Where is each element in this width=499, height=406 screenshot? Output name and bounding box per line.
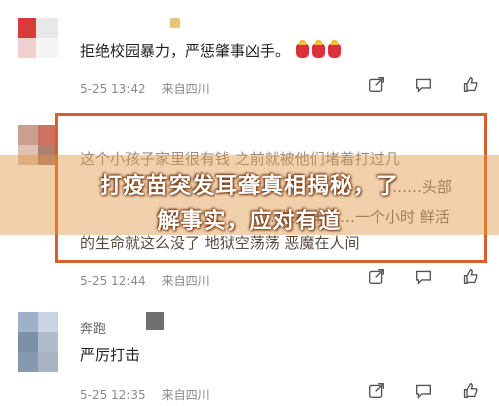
candle-icon [328,40,342,58]
like-icon[interactable] [462,268,479,285]
share-icon[interactable] [368,382,385,399]
comment-actions [368,382,479,399]
verified-badge-icon [170,18,180,28]
comment-date: 5-25 13:42 [80,82,146,96]
share-icon[interactable] [368,268,385,285]
comment-text: 拒绝校园暴力，严惩肇事凶手。 [80,40,344,61]
comment-meta: 5-25 12:44 来自四川 [80,272,226,289]
avatar-pixel [18,352,38,372]
comment-item: 奔跑 严厉打击 5-25 12:35 来自四川 [0,300,499,406]
comment-icon[interactable] [415,76,432,93]
avatar[interactable] [18,18,58,58]
headline-line: 解事实，应对有道 [157,209,342,234]
comment-item: 拒绝校园暴力，严惩肇事凶手。 5-25 13:42 来自四川 [0,0,499,110]
comment-source: 来自四川 [161,388,210,402]
avatar-pixel [18,38,36,58]
headline-line: 打疫苗突发耳聋真相揭秘，了 [99,174,399,199]
comment-date: 5-25 12:35 [80,388,146,402]
emoji-group [296,40,344,60]
avatar-pixel [18,18,36,38]
comment-meta: 5-25 13:42 来自四川 [80,80,226,97]
avatar-pixel [18,312,38,332]
comment-actions [368,76,479,93]
comment-meta: 5-25 12:35 来自四川 [80,386,226,403]
avatar[interactable] [18,312,58,372]
like-icon[interactable] [462,382,479,399]
avatar-pixel [36,38,58,58]
comment-username[interactable]: 奔跑 [80,318,106,337]
candle-icon [296,40,310,58]
comment-text: 严厉打击 [80,346,141,364]
avatar-pixel [18,332,38,352]
comment-source: 来自四川 [161,274,210,288]
avatar-pixel [36,18,58,38]
comment-text-content: 拒绝校园暴力，严惩肇事凶手。 [80,42,291,60]
comment-icon[interactable] [415,382,432,399]
user-badge-icon [146,312,164,330]
share-icon[interactable] [368,76,385,93]
comment-date: 5-25 12:44 [80,274,146,288]
avatar-pixel [18,125,38,145]
comment-actions [368,268,479,285]
candle-icon [312,40,326,58]
avatar-pixel [38,312,58,332]
avatar-pixel [38,352,58,372]
comment-source: 来自四川 [161,82,210,96]
like-icon[interactable] [462,76,479,93]
comment-icon[interactable] [415,268,432,285]
avatar-pixel [38,332,58,352]
